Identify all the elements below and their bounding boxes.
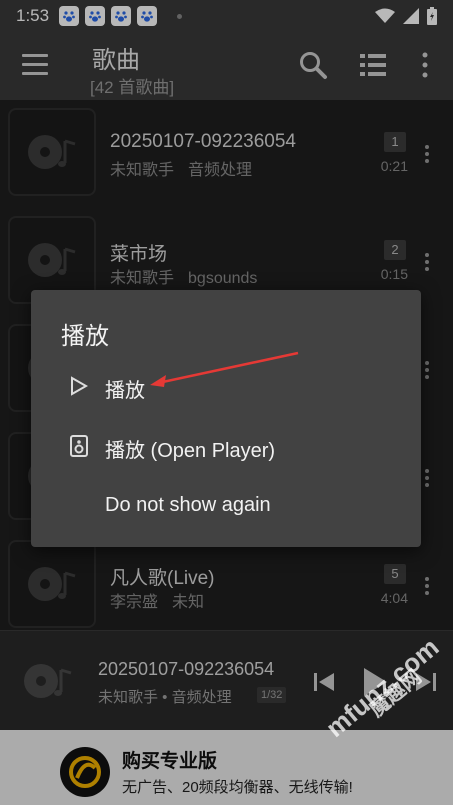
annotation-arrow-icon (150, 351, 299, 387)
open-player-option-label: 播放 (Open Player) (105, 440, 276, 462)
play-option-label: 播放 (105, 380, 145, 402)
open-player-option[interactable]: 播放 (Open Player) (31, 416, 421, 474)
do-not-show-again-label: Do not show again (105, 494, 271, 516)
do-not-show-again-option[interactable]: Do not show again (31, 476, 421, 534)
play-outline-icon (71, 376, 89, 396)
speaker-icon (70, 435, 88, 457)
play-dialog: 播放 播放 播放 (Open Player) Do not show again (31, 290, 421, 547)
dialog-title: 播放 (61, 323, 109, 350)
